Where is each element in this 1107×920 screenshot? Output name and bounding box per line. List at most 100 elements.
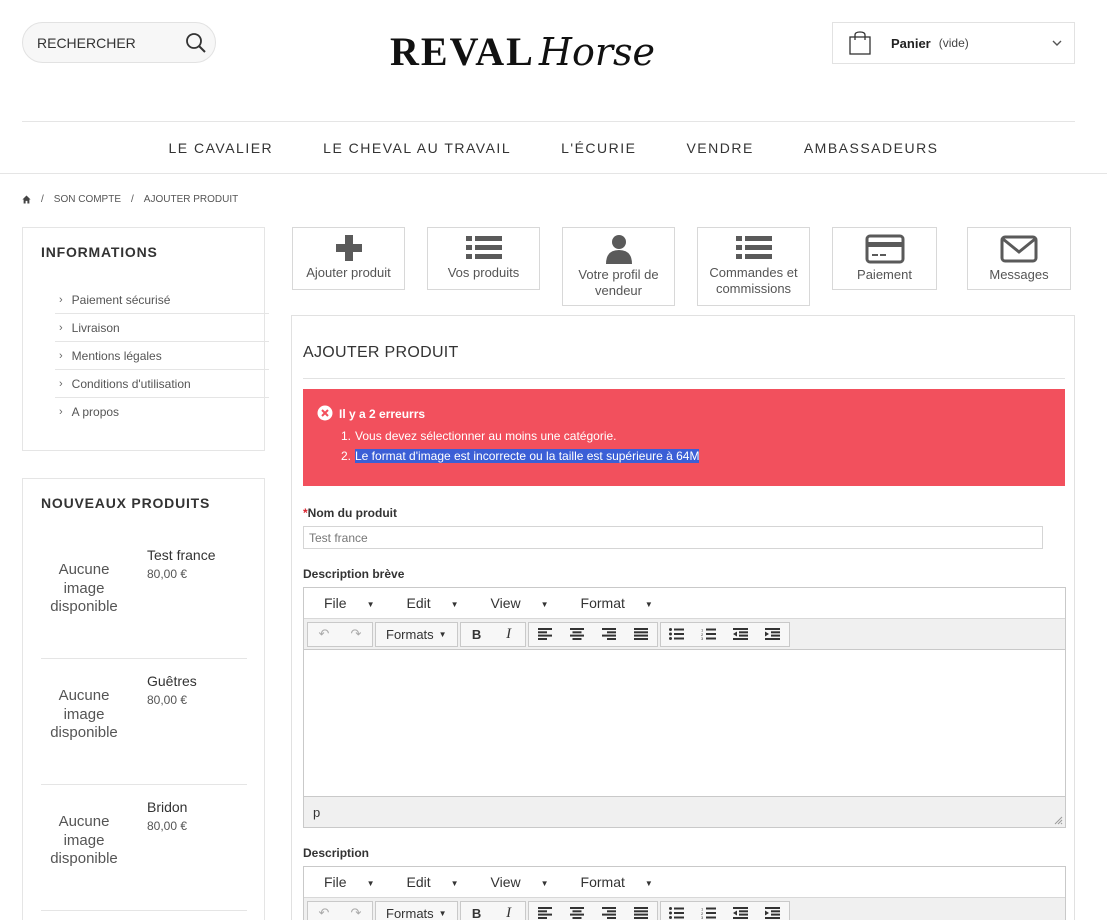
nav-item-le-cheval-au-travail[interactable]: LE CHEVAL AU TRAVAIL	[298, 140, 536, 156]
short-description-content[interactable]	[304, 650, 1065, 796]
tab-vos-produits[interactable]: Vos produits	[427, 227, 540, 290]
redo-button[interactable]: ↷	[340, 902, 372, 920]
breadcrumb-son-compte[interactable]: SON COMPTE	[54, 194, 121, 205]
caret-down-icon: ▼	[450, 878, 459, 888]
info-link-paiement[interactable]: › Paiement sécurisé	[55, 286, 269, 314]
product-item[interactable]: Aucune image disponible Test france 80,0…	[41, 533, 247, 659]
italic-button[interactable]: I	[493, 902, 525, 920]
style-group: B I	[459, 621, 526, 647]
breadcrumb: / SON COMPTE / AJOUTER PRODUIT	[22, 194, 238, 205]
outdent-button[interactable]	[725, 623, 757, 646]
product-name[interactable]: Bridon	[147, 799, 187, 815]
align-left-button[interactable]	[529, 623, 561, 646]
undo-button[interactable]: ↶	[308, 623, 340, 646]
info-link-livraison[interactable]: › Livraison	[55, 314, 269, 342]
bullet-list-button[interactable]	[661, 623, 693, 646]
tab-messages[interactable]: Messages	[967, 227, 1071, 290]
nav-item-l-ecurie[interactable]: L'ÉCURIE	[536, 140, 661, 156]
indent-button[interactable]	[757, 902, 789, 920]
error-list: 1. Vous devez sélectionner au moins une c…	[341, 426, 700, 466]
cart-status: (vide)	[938, 36, 969, 50]
nav-item-vendre[interactable]: VENDRE	[661, 140, 778, 156]
search-box	[22, 22, 216, 63]
info-link-mentions[interactable]: › Mentions légales	[55, 342, 269, 370]
bold-button[interactable]: B	[461, 623, 493, 646]
tab-label: Commandes et commissions	[709, 265, 798, 296]
numbered-list-button[interactable]: 123	[693, 623, 725, 646]
menu-edit[interactable]: Edit ▼	[390, 595, 474, 611]
breadcrumb-separator: /	[131, 194, 134, 205]
product-item[interactable]: Aucune image disponible Bridon 80,00 €	[41, 785, 247, 911]
align-right-button[interactable]	[593, 623, 625, 646]
error-alert: Il y a 2 erreurrs 1. Vous devez sélection…	[303, 389, 1065, 486]
add-product-panel: AJOUTER PRODUIT Il y a 2 erreurrs 1. Vous…	[291, 315, 1075, 920]
product-name-label-text: Nom du produit	[307, 506, 397, 520]
bullet-list-icon	[669, 907, 685, 919]
history-group: ↶ ↷	[307, 900, 373, 920]
info-link-a-propos[interactable]: › A propos	[55, 398, 269, 426]
bullet-list-button[interactable]	[661, 902, 693, 920]
caret-down-icon: ▼	[540, 878, 549, 888]
tab-profil-vendeur[interactable]: Votre profil de vendeur	[562, 227, 675, 306]
cart-title: Panier	[891, 35, 931, 51]
formats-dropdown[interactable]: Formats ▼	[376, 902, 457, 920]
tab-ajouter-produit[interactable]: Ajouter produit	[292, 227, 405, 290]
menu-format[interactable]: Format ▼	[565, 874, 669, 890]
nav-item-le-cavalier[interactable]: LE CAVALIER	[143, 140, 298, 156]
outdent-button[interactable]	[725, 902, 757, 920]
info-link-label: A propos	[71, 405, 120, 419]
site-logo[interactable]: REVAL Horse	[390, 28, 700, 88]
error-text-selected: Le format d'image est incorrecte ou la t…	[355, 449, 700, 463]
undo-icon: ↶	[318, 626, 330, 641]
menu-edit[interactable]: Edit ▼	[390, 874, 474, 890]
bullet-list-icon	[669, 628, 685, 640]
align-center-button[interactable]	[561, 623, 593, 646]
redo-icon: ↷	[350, 626, 362, 641]
menu-file[interactable]: File ▼	[308, 874, 390, 890]
product-image-placeholder[interactable]: Aucune image disponible	[45, 687, 123, 743]
bold-icon: B	[471, 905, 482, 920]
editor-menubar: File ▼ Edit ▼ View ▼ Format ▼	[304, 588, 1065, 619]
tab-paiement[interactable]: Paiement	[832, 227, 937, 290]
title-divider	[303, 378, 1065, 379]
tab-commandes[interactable]: Commandes et commissions	[697, 227, 810, 306]
menu-label: Edit	[406, 595, 431, 611]
menu-file[interactable]: File ▼	[308, 595, 390, 611]
redo-button[interactable]: ↷	[340, 623, 372, 646]
product-image-placeholder[interactable]: Aucune image disponible	[45, 813, 123, 869]
align-justify-button[interactable]	[625, 902, 657, 920]
nav-item-ambassadeurs[interactable]: AMBASSADEURS	[779, 140, 964, 156]
chevron-right-icon: ›	[59, 406, 63, 418]
product-name[interactable]: Test france	[147, 547, 215, 563]
search-input[interactable]	[37, 34, 177, 51]
align-right-icon	[601, 628, 616, 640]
numbered-list-button[interactable]: 123	[693, 902, 725, 920]
cart-dropdown[interactable]: Panier (vide)	[832, 22, 1075, 64]
align-justify-button[interactable]	[625, 623, 657, 646]
search-icon[interactable]	[185, 32, 207, 54]
product-name-input[interactable]	[303, 526, 1043, 549]
caret-down-icon: ▼	[644, 878, 653, 888]
menu-format[interactable]: Format ▼	[565, 595, 669, 611]
product-name[interactable]: Guêtres	[147, 673, 197, 689]
align-left-button[interactable]	[529, 902, 561, 920]
product-price: 80,00 €	[147, 819, 188, 833]
align-right-button[interactable]	[593, 902, 625, 920]
resize-handle-icon[interactable]	[1053, 815, 1063, 825]
product-image-placeholder[interactable]: Aucune image disponible	[45, 561, 123, 617]
formats-dropdown[interactable]: Formats ▼	[376, 623, 457, 646]
home-icon[interactable]	[22, 195, 31, 204]
style-group: B I	[459, 900, 526, 920]
element-path[interactable]: p	[313, 805, 320, 820]
info-link-conditions[interactable]: › Conditions d'utilisation	[55, 370, 269, 398]
bold-button[interactable]: B	[461, 902, 493, 920]
italic-button[interactable]: I	[493, 623, 525, 646]
align-justify-icon	[633, 628, 648, 640]
align-center-button[interactable]	[561, 902, 593, 920]
undo-button[interactable]: ↶	[308, 902, 340, 920]
product-item[interactable]: Aucune image disponible Guêtres 80,00 €	[41, 659, 247, 785]
indent-button[interactable]	[757, 623, 789, 646]
menu-view[interactable]: View ▼	[475, 595, 565, 611]
caret-down-icon: ▼	[450, 599, 459, 609]
menu-view[interactable]: View ▼	[475, 874, 565, 890]
